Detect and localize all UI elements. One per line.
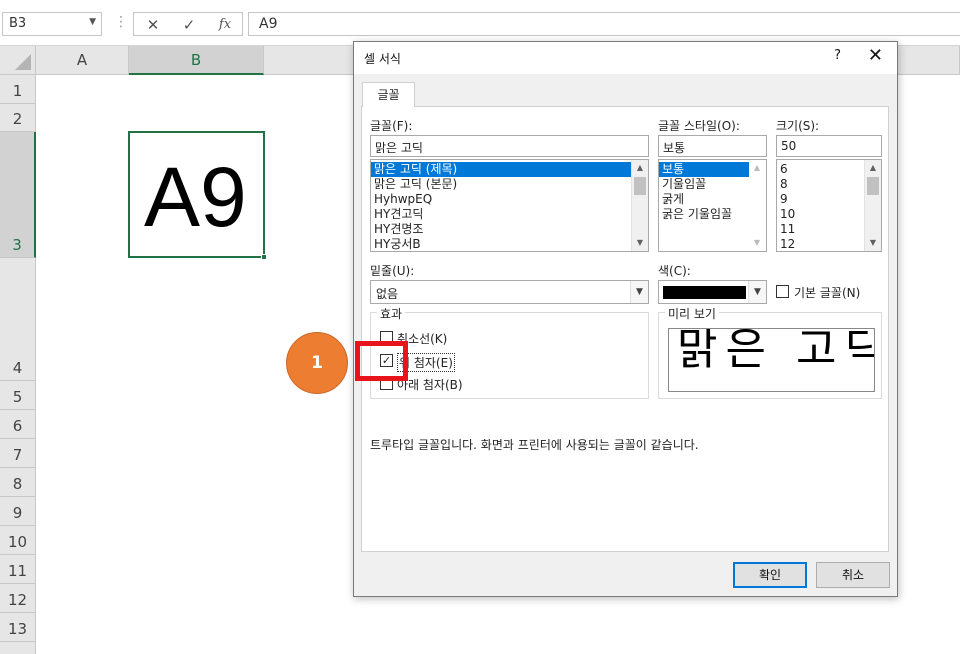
formula-input[interactable]: A9 [248,12,960,36]
name-box-value: B3 [9,16,27,31]
scroll-thumb[interactable] [867,177,879,195]
preview-title: 미리 보기 [665,305,719,322]
name-box[interactable]: B3 ▼ [2,12,102,36]
scrollbar[interactable]: ▲ ▼ [631,160,648,251]
scroll-thumb[interactable] [634,177,646,195]
color-picker[interactable]: ▼ [658,280,767,304]
list-item[interactable]: 맑은 고딕 (제목) [371,162,631,177]
chevron-down-icon[interactable]: ▼ [630,281,648,303]
enter-icon[interactable]: ✓ [176,15,202,35]
size-label: 크기(S): [776,119,820,133]
chevron-down-icon[interactable]: ▼ [865,235,881,251]
preview-group: 미리 보기 맑은 고딕 [658,305,882,399]
highlight-box [355,341,408,381]
row-number: 8 [12,475,23,493]
tab-font[interactable]: 글꼴 [362,82,415,107]
chevron-up-icon[interactable]: ▲ [632,160,648,176]
style-label: 글꼴 스타일(O): [658,119,740,133]
underline-select[interactable]: 없음 ▼ [370,280,649,304]
chevron-down-icon[interactable]: ▼ [89,17,96,27]
formula-buttons: ✕ ✓ fx [133,12,243,36]
list-item[interactable]: 보통 [659,162,749,177]
preview-text: 맑은 고딕 [677,328,875,375]
chevron-down-icon[interactable]: ▼ [748,281,766,303]
row-header-12[interactable]: 12 [0,584,36,613]
color-swatch [663,286,746,299]
row-number: 2 [12,110,23,128]
row-header-9[interactable]: 9 [0,497,36,526]
dialog-titlebar[interactable]: 셀 서식 ? ✕ [354,42,897,74]
chevron-down-icon[interactable]: ▼ [749,235,765,251]
row-header-13[interactable]: 13 [0,613,36,642]
size-list[interactable]: 6 8 9 10 11 12 ▲ ▼ [776,159,882,252]
normal-font-checkbox[interactable] [776,285,789,298]
format-cells-dialog: 셀 서식 ? ✕ 글꼴 글꼴(F): 맑은 고딕 맑은 고딕 (제목) 맑은 고… [353,41,898,597]
font-panel: 글꼴(F): 맑은 고딕 맑은 고딕 (제목) 맑은 고딕 (본문) Hyhwp… [361,106,889,552]
function-icon[interactable]: fx [212,15,238,35]
select-all-icon [15,54,31,70]
scrollbar[interactable]: ▲ ▼ [864,160,881,251]
cell-value: A9 [144,150,247,244]
grip-icon: ⋮ [114,14,128,30]
row-number: 5 [12,388,23,406]
font-note: 트루타입 글꼴입니다. 화면과 프린터에 사용되는 글꼴이 같습니다. [370,438,699,452]
style-input[interactable]: 보통 [658,135,767,157]
underline-label: 밑줄(U): [370,264,415,278]
row-header-7[interactable]: 7 [0,439,36,468]
cancel-icon[interactable]: ✕ [140,15,166,35]
underline-value: 없음 [376,287,399,301]
effects-group: 효과 취소선(K) ✓ 위 첨자(E) 아래 첨자(B) [370,305,649,399]
row-number: 4 [12,359,23,377]
row-header-10[interactable]: 10 [0,526,36,555]
list-item[interactable]: HyhwpEQ [371,192,648,207]
font-list[interactable]: 맑은 고딕 (제목) 맑은 고딕 (본문) HyhwpEQ HY견고딕 HY견명… [370,159,649,252]
step-marker: 1 [286,332,348,394]
row-header-1[interactable]: 1 [0,75,36,104]
list-item[interactable]: 맑은 고딕 (본문) [371,177,648,192]
cancel-button[interactable]: 취소 [816,562,890,588]
color-label: 색(C): [658,264,691,278]
dialog-title: 셀 서식 [364,52,401,66]
row-number: 7 [12,446,23,464]
font-input[interactable]: 맑은 고딕 [370,135,649,157]
ok-button[interactable]: 확인 [733,562,807,588]
column-header-a[interactable]: A [36,46,129,75]
row-number: 3 [12,236,22,254]
row-number: 9 [12,504,23,522]
scrollbar[interactable]: ▲ ▼ [749,160,766,251]
list-item[interactable]: HY견고딕 [371,207,648,222]
formula-bar: B3 ▼ ⋮ ✕ ✓ fx A9 [0,0,960,46]
active-cell-b3[interactable]: A9 [128,131,267,260]
chevron-down-icon[interactable]: ▼ [632,235,648,251]
row-header-6[interactable]: 6 [0,410,36,439]
row-header-11[interactable]: 11 [0,555,36,584]
fill-handle[interactable] [261,254,267,260]
row-number: 11 [7,562,28,580]
chevron-up-icon[interactable]: ▲ [749,160,765,176]
row-number: 1 [12,82,23,100]
row-header-4[interactable]: 4 [0,258,36,381]
row-header-8[interactable]: 8 [0,468,36,497]
row-number: 13 [7,620,28,638]
row-number: 6 [12,417,23,435]
help-icon[interactable]: ? [834,48,841,63]
select-all-corner[interactable] [0,46,36,75]
normal-font-label: 기본 글꼴(N) [794,286,861,300]
font-label: 글꼴(F): [370,119,413,133]
row-header-2[interactable]: 2 [0,104,36,132]
list-item[interactable]: HY궁서B [371,237,648,251]
size-input[interactable]: 50 [776,135,882,157]
list-item[interactable]: HY견명조 [371,222,648,237]
effects-title: 효과 [377,305,406,322]
chevron-up-icon[interactable]: ▲ [865,160,881,176]
style-list[interactable]: 보통 기울임꼴 굵게 굵은 기울임꼴 ▲ ▼ [658,159,767,252]
row-number: 12 [7,591,28,609]
row-header-partial [0,642,36,654]
column-header-b[interactable]: B [129,46,264,75]
preview-box: 맑은 고딕 [668,328,875,392]
row-header-5[interactable]: 5 [0,381,36,410]
row-header-3[interactable]: 3 [0,132,36,258]
row-number: 10 [7,533,28,551]
close-icon[interactable]: ✕ [868,45,883,66]
